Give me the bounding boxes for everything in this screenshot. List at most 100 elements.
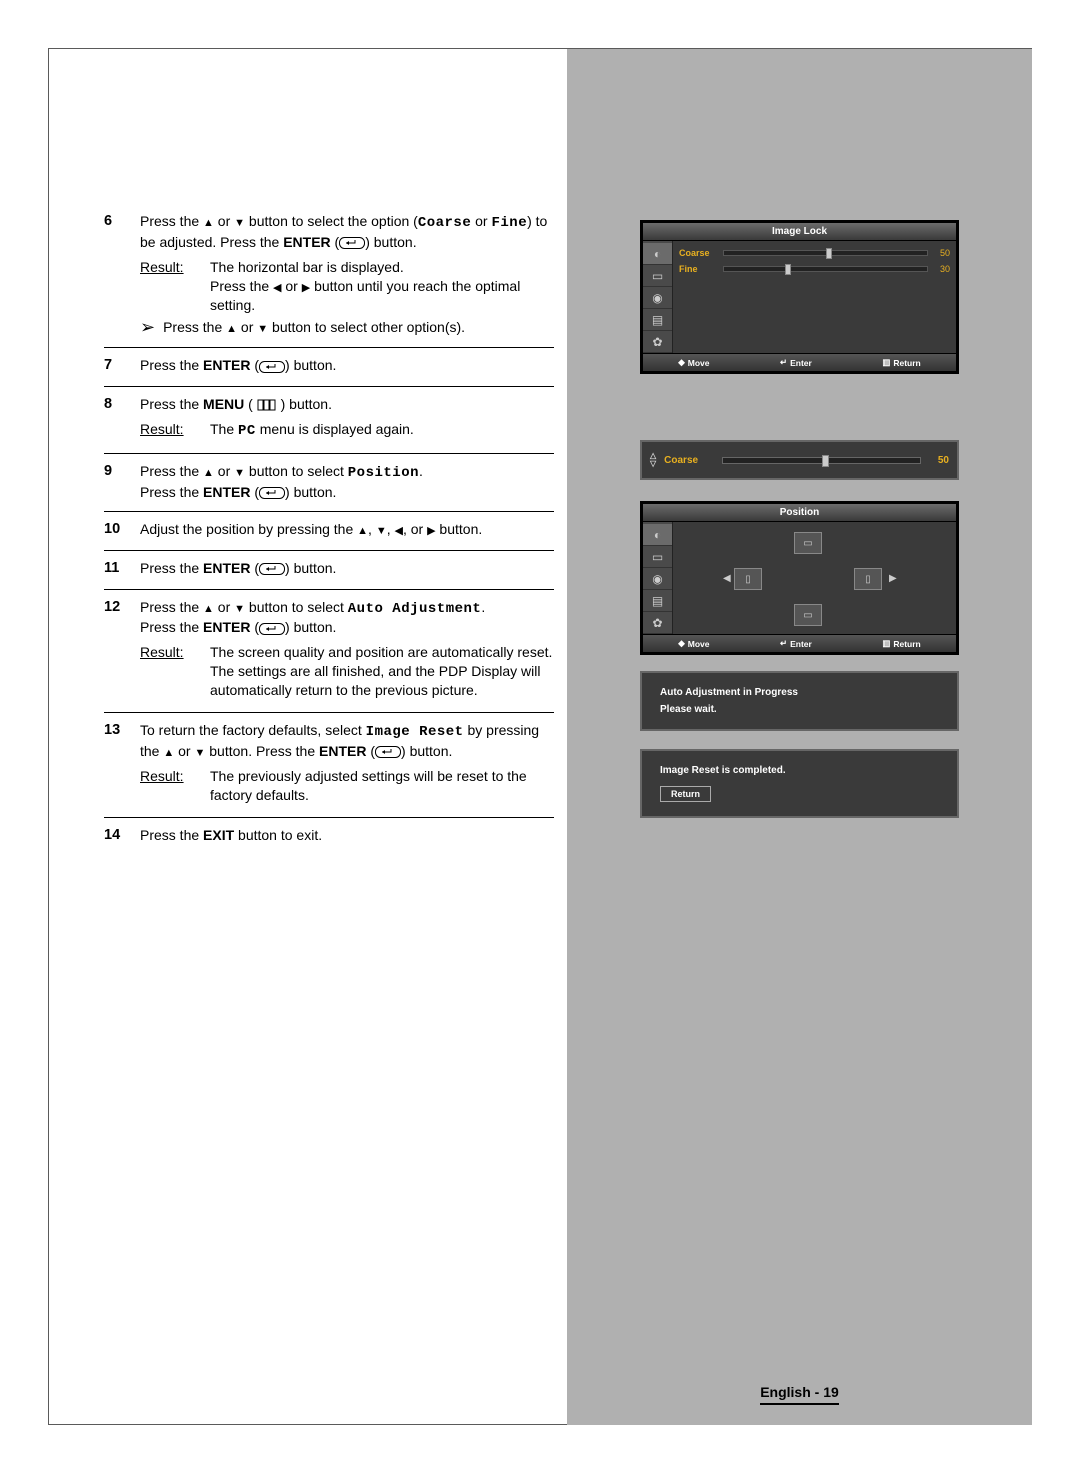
tab-picture-icon[interactable]: ◐ [643, 243, 672, 265]
tab-timer-icon[interactable]: ◉ [643, 568, 672, 590]
step-text: Press the ENTER () button. [140, 356, 554, 375]
step-6: 6Press the ▲ or ▼ button to select the o… [104, 204, 554, 348]
osd-tabs: ◐ ▭ ◉ ▤ ✿ [643, 241, 673, 353]
step-body: Press the ▲ or ▼ button to select Positi… [140, 462, 554, 502]
result-text: The previously adjusted settings will be… [210, 767, 554, 805]
result-line: Result:The screen quality and position a… [140, 643, 554, 700]
osd-footer: ◆ Move ↵ Enter ▥ Return [643, 634, 956, 652]
message-line2: Please wait. [660, 704, 939, 715]
enter-icon [259, 484, 285, 500]
osd-title: Image Lock [643, 223, 956, 241]
tab-timer-icon[interactable]: ◉ [643, 287, 672, 309]
step-number: 13 [104, 721, 140, 807]
osd-slider-row[interactable]: Fine 30 [679, 261, 950, 277]
step-9: 9Press the ▲ or ▼ button to select Posit… [104, 454, 554, 513]
step-text: Press the ▲ or ▼ button to select the op… [140, 212, 554, 252]
return-button[interactable]: Return [660, 786, 711, 802]
step-text: Press the ▲ or ▼ button to select Positi… [140, 462, 554, 502]
step-body: Press the EXIT button to exit. [140, 826, 554, 846]
tab-input-icon[interactable]: ▭ [643, 546, 672, 568]
step-text: Press the EXIT button to exit. [140, 826, 554, 845]
hint-enter: ↵ Enter [780, 357, 812, 368]
osd-slider-row[interactable]: Coarse 50 [679, 245, 950, 261]
osd-footer: ◆ Move ↵ Enter ▥ Return [643, 353, 956, 371]
osd-row-label: Coarse [679, 248, 719, 258]
result-line: Result:The horizontal bar is displayed.P… [140, 258, 554, 315]
osd-slider-track[interactable] [723, 250, 928, 256]
tab-pc-icon[interactable]: ▤ [643, 590, 672, 612]
slider-track[interactable] [722, 457, 921, 464]
result-text: The PC menu is displayed again. [210, 420, 554, 441]
result-label: Result: [140, 643, 210, 700]
osd-slider-knob[interactable] [826, 248, 832, 259]
osd-slider-knob[interactable] [785, 264, 791, 275]
step-14: 14Press the EXIT button to exit. [104, 818, 554, 856]
tab-setup-icon[interactable]: ✿ [643, 612, 672, 634]
page-footer: English - 19 [567, 1384, 1032, 1405]
tab-pc-icon[interactable]: ▤ [643, 309, 672, 331]
step-body: Press the ENTER () button. [140, 356, 554, 376]
step-number: 6 [104, 212, 140, 337]
step-number: 9 [104, 462, 140, 502]
step-body: Adjust the position by pressing the ▲, ▼… [140, 520, 554, 540]
osd-image-lock: Image Lock ◐ ▭ ◉ ▤ ✿ Coarse 50 Fine 30 ◆ Mo… [640, 220, 959, 374]
position-up-icon[interactable]: ▭ [794, 532, 822, 554]
step-12: 12Press the ▲ or ▼ button to select Auto… [104, 590, 554, 713]
auto-adjust-message: Auto Adjustment in Progress Please wait. [640, 671, 959, 731]
result-text: The horizontal bar is displayed.Press th… [210, 258, 554, 315]
position-right-icon[interactable]: ▯ [854, 568, 882, 590]
step-text: Press the ▲ or ▼ button to select Auto A… [140, 598, 554, 638]
step-7: 7Press the ENTER () button. [104, 348, 554, 387]
tab-picture-icon[interactable]: ◐ [643, 524, 672, 546]
step-text: Press the MENU ( ) button. [140, 395, 554, 414]
step-body: Press the ▲ or ▼ button to select Auto A… [140, 598, 554, 702]
osd-row-value: 50 [932, 248, 950, 258]
hint-return: ▥ Return [882, 638, 920, 649]
enter-icon [339, 234, 365, 250]
pointer-icon: ➢ [140, 318, 155, 336]
osd-row-value: 30 [932, 264, 950, 274]
result-text: The screen quality and position are auto… [210, 643, 554, 700]
step-number: 12 [104, 598, 140, 702]
tab-input-icon[interactable]: ▭ [643, 265, 672, 287]
position-down-icon[interactable]: ▭ [794, 604, 822, 626]
step-10: 10Adjust the position by pressing the ▲,… [104, 512, 554, 551]
osd-slider-track[interactable] [723, 266, 928, 272]
result-label: Result: [140, 420, 210, 441]
menu-icon [257, 396, 277, 412]
hint-return: ▥ Return [882, 357, 920, 368]
result-label: Result: [140, 258, 210, 315]
image-reset-message: Image Reset is completed. Return [640, 749, 959, 818]
note-text: Press the ▲ or ▼ button to select other … [163, 318, 465, 337]
enter-icon [259, 357, 285, 373]
osd-position: Position ◐ ▭ ◉ ▤ ✿ ▭ ▯ ▯ ▭ ◀ ▶ [640, 501, 959, 655]
note-line: ➢ Press the ▲ or ▼ button to select other… [140, 318, 554, 337]
tab-setup-icon[interactable]: ✿ [643, 331, 672, 353]
step-body: Press the ENTER () button. [140, 559, 554, 579]
message-line1: Image Reset is completed. [660, 765, 939, 776]
hint-move: ◆ Move [678, 357, 709, 368]
arrow-left-icon: ◀ [723, 573, 731, 584]
step-body: Press the MENU ( ) button. Result:The PC … [140, 395, 554, 443]
hint-move: ◆ Move [678, 638, 709, 649]
step-text: Press the ENTER () button. [140, 559, 554, 578]
arrow-right-icon: ▶ [889, 573, 897, 584]
step-number: 7 [104, 356, 140, 376]
position-left-icon[interactable]: ▯ [734, 568, 762, 590]
step-11: 11Press the ENTER () button. [104, 551, 554, 590]
osd-tabs: ◐ ▭ ◉ ▤ ✿ [643, 522, 673, 634]
slider-label: Coarse [664, 455, 714, 466]
position-pad[interactable]: ▭ ▯ ▯ ▭ ◀ ▶ [679, 526, 950, 626]
enter-icon [259, 560, 285, 576]
slider-knob[interactable] [822, 455, 829, 467]
page-outline: 6Press the ▲ or ▼ button to select the o… [48, 48, 1032, 1425]
step-13: 13To return the factory defaults, select… [104, 713, 554, 818]
osd-content: Coarse 50 Fine 30 [673, 241, 956, 351]
message-line1: Auto Adjustment in Progress [660, 687, 939, 698]
osd-row-label: Fine [679, 264, 719, 274]
step-number: 8 [104, 395, 140, 443]
osd-title: Position [643, 504, 956, 522]
step-body: Press the ▲ or ▼ button to select the op… [140, 212, 554, 337]
updown-arrows-icon: △▽ [650, 452, 656, 468]
step-body: To return the factory defaults, select I… [140, 721, 554, 807]
